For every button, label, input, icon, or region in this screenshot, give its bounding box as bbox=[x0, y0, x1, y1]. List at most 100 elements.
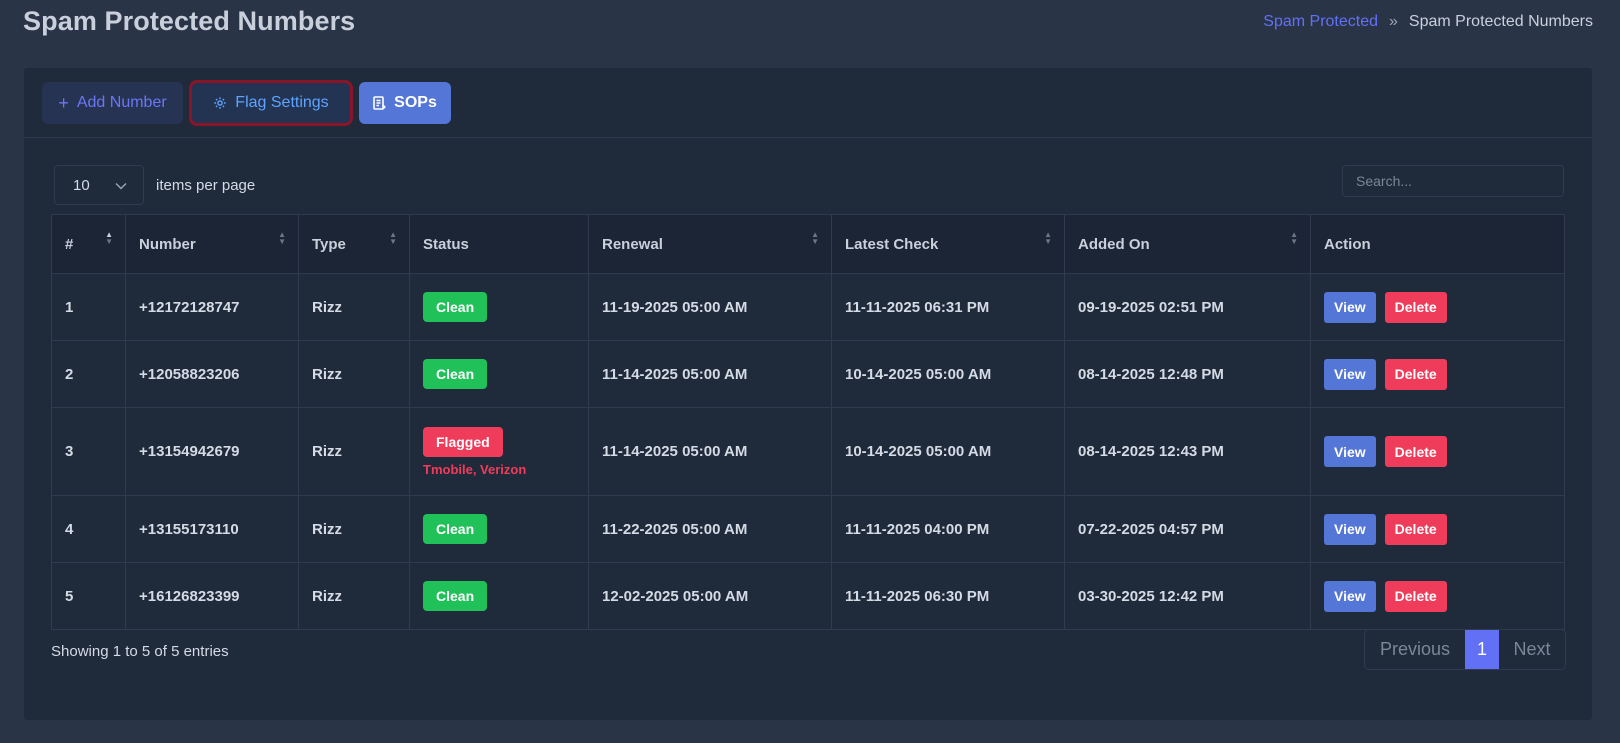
status-badge: Flagged bbox=[423, 426, 503, 457]
add-number-button[interactable]: + Add Number bbox=[42, 81, 183, 124]
table-header-row: # ▲ ▼ Number ▲ ▼ Type ▲ ▼ Status Renewal ▲ ▼ Lat… bbox=[51, 214, 1565, 274]
cell-latest-check: 10-14-2025 05:00 AM bbox=[831, 407, 1065, 496]
sops-label: SOPs bbox=[394, 93, 437, 111]
previous-page-button[interactable]: Previous bbox=[1365, 630, 1465, 669]
cell-status: Clean bbox=[409, 340, 589, 408]
cell-latest-check: 11-11-2025 06:30 PM bbox=[831, 562, 1065, 630]
flag-settings-button[interactable]: Flag Settings bbox=[189, 79, 353, 126]
flag-settings-label: Flag Settings bbox=[235, 93, 329, 111]
cell-type: Rizz bbox=[298, 273, 410, 341]
cell-number: +12058823206 bbox=[125, 340, 299, 408]
column-header-index[interactable]: # ▲ ▼ bbox=[51, 214, 126, 274]
status-badge: Clean bbox=[423, 359, 488, 389]
sort-icon: ▲ ▼ bbox=[278, 230, 286, 246]
items-per-page-select[interactable]: 10 bbox=[54, 165, 144, 205]
sort-icon: ▲ ▼ bbox=[105, 230, 113, 246]
cell-number: +12172128747 bbox=[125, 273, 299, 341]
sops-button[interactable]: SOPs bbox=[359, 81, 451, 124]
cell-status: Flagged Tmobile, Verizon bbox=[409, 407, 589, 496]
cell-renewal: 12-02-2025 05:00 AM bbox=[588, 562, 832, 630]
cell-index: 4 bbox=[51, 495, 126, 563]
numbers-table: # ▲ ▼ Number ▲ ▼ Type ▲ ▼ Status Renewal ▲ ▼ Lat… bbox=[51, 214, 1565, 630]
cell-number: +16126823399 bbox=[125, 562, 299, 630]
cell-renewal: 11-14-2025 05:00 AM bbox=[588, 407, 832, 496]
entries-info: Showing 1 to 5 of 5 entries bbox=[51, 643, 229, 660]
delete-button[interactable]: Delete bbox=[1384, 513, 1447, 545]
plus-icon: + bbox=[58, 92, 69, 113]
breadcrumb-separator: » bbox=[1389, 13, 1398, 30]
sort-icon: ▲ ▼ bbox=[1044, 230, 1052, 246]
cell-number: +13155173110 bbox=[125, 495, 299, 563]
cell-added-on: 07-22-2025 04:57 PM bbox=[1064, 495, 1311, 563]
view-button[interactable]: View bbox=[1324, 358, 1376, 390]
table-row: 4 +13155173110 Rizz Clean 11-22-2025 05:00 A… bbox=[51, 495, 1565, 563]
cell-type: Rizz bbox=[298, 495, 410, 563]
list-controls: 10 items per page bbox=[54, 165, 255, 205]
status-badge: Clean bbox=[423, 514, 488, 544]
view-button[interactable]: View bbox=[1324, 291, 1376, 323]
page-title: Spam Protected Numbers bbox=[23, 6, 356, 36]
cell-type: Rizz bbox=[298, 562, 410, 630]
cell-action: View Delete bbox=[1310, 562, 1565, 630]
next-page-button[interactable]: Next bbox=[1499, 630, 1565, 669]
view-button[interactable]: View bbox=[1324, 513, 1376, 545]
items-per-page-value: 10 bbox=[73, 176, 90, 194]
document-icon bbox=[373, 95, 387, 110]
cell-added-on: 09-19-2025 02:51 PM bbox=[1064, 273, 1311, 341]
sort-icon: ▲ ▼ bbox=[811, 230, 819, 246]
column-header-renewal[interactable]: Renewal ▲ ▼ bbox=[588, 214, 832, 274]
search-input[interactable] bbox=[1342, 165, 1564, 197]
breadcrumb-current: Spam Protected Numbers bbox=[1408, 13, 1593, 30]
cell-action: View Delete bbox=[1310, 273, 1565, 341]
column-header-latest-check[interactable]: Latest Check ▲ ▼ bbox=[831, 214, 1065, 274]
cell-renewal: 11-14-2025 05:00 AM bbox=[588, 340, 832, 408]
table-row: 1 +12172128747 Rizz Clean 11-19-2025 05:00 A… bbox=[51, 273, 1565, 341]
cell-status: Clean bbox=[409, 562, 589, 630]
chevron-down-icon bbox=[115, 177, 127, 193]
column-header-status: Status bbox=[409, 214, 589, 274]
cell-type: Rizz bbox=[298, 340, 410, 408]
gear-icon bbox=[213, 96, 227, 110]
cell-number: +13154942679 bbox=[125, 407, 299, 496]
column-header-number[interactable]: Number ▲ ▼ bbox=[125, 214, 299, 274]
cell-added-on: 08-14-2025 12:48 PM bbox=[1064, 340, 1311, 408]
view-button[interactable]: View bbox=[1324, 580, 1376, 612]
column-header-added-on[interactable]: Added On ▲ ▼ bbox=[1064, 214, 1311, 274]
add-number-label: Add Number bbox=[76, 93, 167, 111]
breadcrumb: Spam Protected » Spam Protected Numbers bbox=[1263, 13, 1593, 31]
status-badge: Clean bbox=[423, 581, 488, 611]
cell-index: 2 bbox=[51, 340, 126, 408]
delete-button[interactable]: Delete bbox=[1384, 436, 1447, 467]
cell-latest-check: 11-11-2025 06:31 PM bbox=[831, 273, 1065, 341]
sort-icon: ▲ ▼ bbox=[1290, 230, 1298, 246]
status-badge: Clean bbox=[423, 292, 488, 322]
main-card: + Add Number Flag Settings SOPs 10 items… bbox=[24, 68, 1592, 720]
sort-icon: ▲ ▼ bbox=[389, 230, 397, 246]
breadcrumb-link[interactable]: Spam Protected bbox=[1263, 13, 1378, 31]
toolbar: + Add Number Flag Settings SOPs bbox=[24, 68, 1592, 138]
cell-index: 3 bbox=[51, 407, 126, 496]
cell-added-on: 03-30-2025 12:42 PM bbox=[1064, 562, 1311, 630]
items-per-page-label: items per page bbox=[156, 176, 256, 194]
pagination: Previous 1 Next bbox=[1364, 629, 1566, 670]
cell-renewal: 11-19-2025 05:00 AM bbox=[588, 273, 832, 341]
table-row: 3 +13154942679 Rizz Flagged Tmobile, Verizon… bbox=[51, 407, 1565, 496]
cell-added-on: 08-14-2025 12:43 PM bbox=[1064, 407, 1311, 496]
page-1-button[interactable]: 1 bbox=[1465, 630, 1499, 669]
delete-button[interactable]: Delete bbox=[1384, 291, 1447, 323]
cell-action: View Delete bbox=[1310, 340, 1565, 408]
view-button[interactable]: View bbox=[1324, 436, 1376, 467]
cell-index: 5 bbox=[51, 562, 126, 630]
column-header-type[interactable]: Type ▲ ▼ bbox=[298, 214, 410, 274]
cell-type: Rizz bbox=[298, 407, 410, 496]
cell-status: Clean bbox=[409, 273, 589, 341]
flagged-carriers: Tmobile, Verizon bbox=[423, 461, 527, 477]
delete-button[interactable]: Delete bbox=[1384, 358, 1447, 390]
cell-renewal: 11-22-2025 05:00 AM bbox=[588, 495, 832, 563]
delete-button[interactable]: Delete bbox=[1384, 580, 1447, 612]
table-row: 5 +16126823399 Rizz Clean 12-02-2025 05:00 A… bbox=[51, 562, 1565, 630]
cell-index: 1 bbox=[51, 273, 126, 341]
cell-action: View Delete bbox=[1310, 407, 1565, 496]
table-row: 2 +12058823206 Rizz Clean 11-14-2025 05:00 A… bbox=[51, 340, 1565, 408]
cell-status: Clean bbox=[409, 495, 589, 563]
